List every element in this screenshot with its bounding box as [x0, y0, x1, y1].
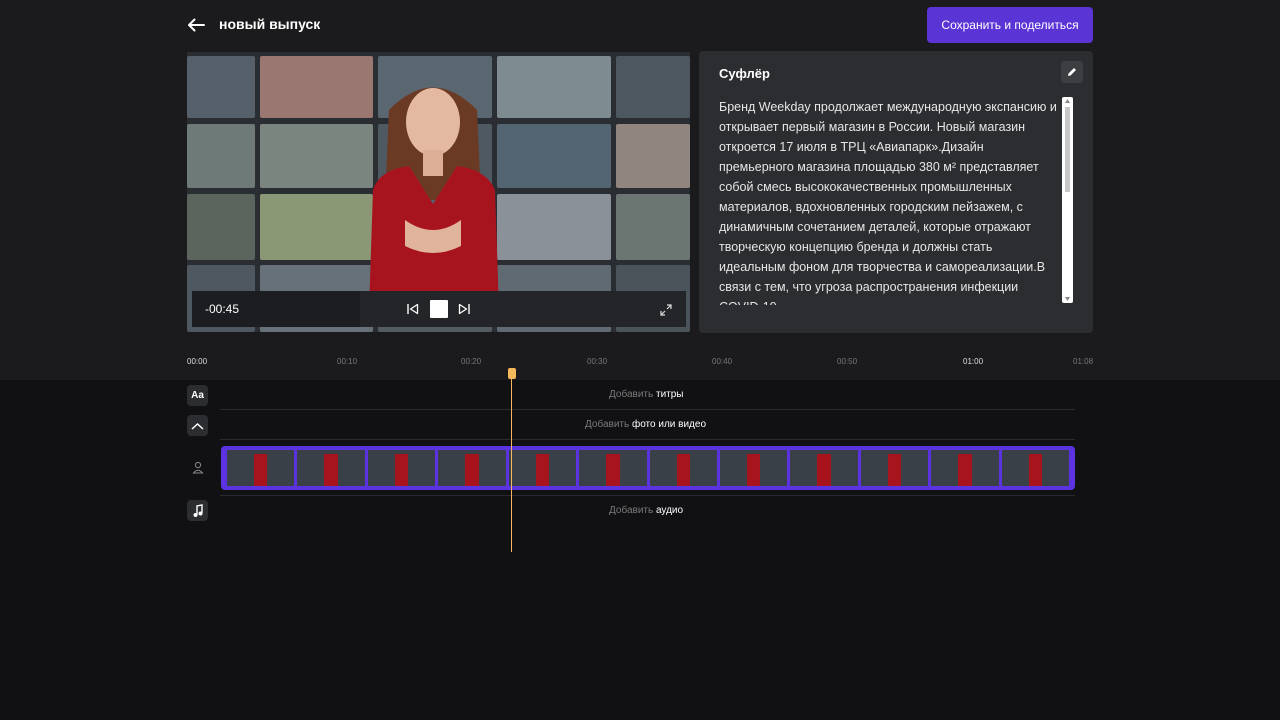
video-controls: -00:45 [192, 291, 686, 327]
tick-label: 00:40 [712, 357, 733, 366]
prompter-panel: Суфлёр Бренд Weekday продолжает междунар… [699, 51, 1093, 333]
clip-frame [367, 450, 436, 486]
clip-frame [649, 450, 717, 486]
tick-label: 00:30 [587, 357, 608, 366]
presenter-avatar [349, 70, 517, 310]
person-icon [187, 457, 208, 478]
clip-frame [1001, 450, 1070, 486]
skip-back-icon[interactable] [406, 302, 420, 321]
prompter-text: Бренд Weekday продолжает международную э… [719, 100, 1057, 305]
add-media-button[interactable]: Добавить фото или видео [585, 419, 706, 430]
clip-frame [579, 450, 647, 486]
clip-frame [227, 450, 295, 486]
page-title: новый выпуск [219, 16, 321, 32]
image-wave-icon[interactable] [187, 415, 208, 436]
clip-frame [790, 450, 858, 486]
stop-icon[interactable] [430, 300, 448, 323]
arrow-left-icon[interactable] [185, 14, 207, 36]
clip-frame [931, 450, 999, 486]
prompter-title: Суфлёр [719, 66, 770, 81]
tick-label: 00:20 [461, 357, 482, 366]
prompter-text-area[interactable]: Бренд Weekday продолжает международную э… [719, 97, 1059, 305]
add-audio-button[interactable]: Добавить аудио [609, 505, 683, 516]
add-titles-button[interactable]: Добавить титры [609, 389, 683, 400]
clip-frame [297, 450, 365, 486]
text-aa-icon[interactable]: Aa [187, 385, 208, 406]
timeline-ruler[interactable]: 00:00 00:10 00:20 00:30 00:40 00:50 01:0… [0, 352, 1280, 372]
tick-label: 01:08 [1073, 357, 1094, 366]
prompter-scrollbar[interactable] [1062, 97, 1073, 303]
playhead-handle[interactable] [508, 368, 516, 379]
tick-label: 01:00 [963, 357, 984, 366]
music-note-icon[interactable] [187, 500, 208, 521]
clip-frame [508, 450, 577, 486]
skip-forward-icon[interactable] [457, 302, 471, 321]
time-remaining: -00:45 [205, 302, 240, 316]
clip-frame [719, 450, 788, 486]
avatar-video-clip[interactable] [221, 446, 1075, 490]
playhead-line [511, 377, 512, 552]
video-preview[interactable] [187, 52, 690, 332]
save-and-share-button[interactable]: Сохранить и поделиться [927, 7, 1093, 43]
fullscreen-icon[interactable] [660, 303, 672, 321]
clip-frame [860, 450, 929, 486]
pencil-icon[interactable] [1061, 61, 1083, 83]
clip-frame [438, 450, 506, 486]
tick-label: 00:50 [837, 357, 858, 366]
tick-label: 00:00 [187, 357, 208, 366]
scrollbar-thumb[interactable] [1065, 107, 1070, 192]
tick-label: 00:10 [337, 357, 358, 366]
